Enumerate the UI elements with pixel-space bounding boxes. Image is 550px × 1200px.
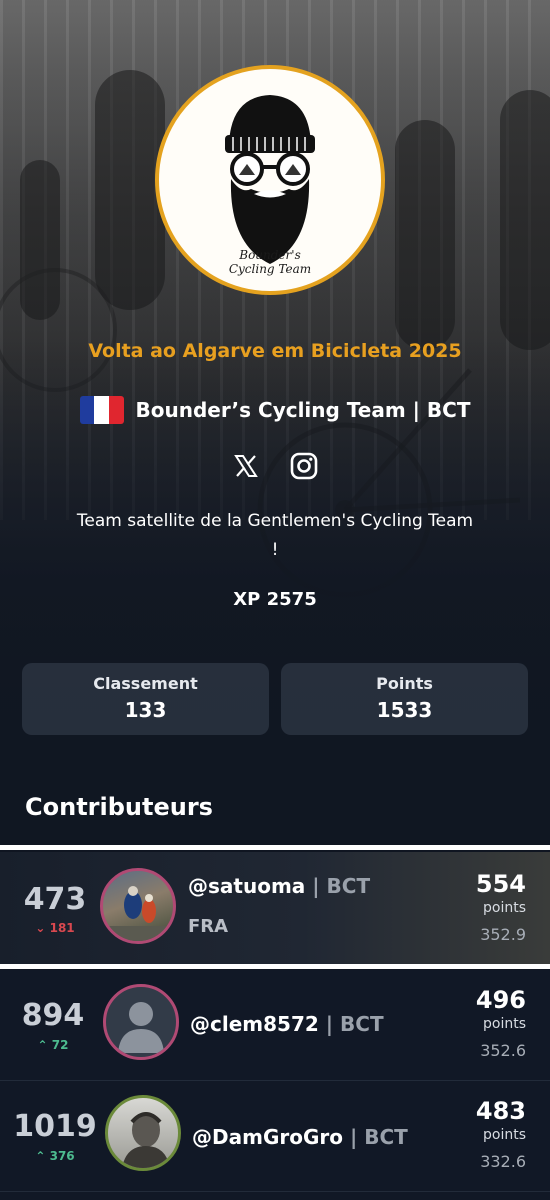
stat-label: Points [376,674,433,693]
x-icon[interactable] [229,449,263,483]
contributor-username[interactable]: @satuoma | BCT [188,874,370,898]
contributor-points: 483 points 332.6 [475,1097,526,1171]
contributor-row[interactable]: 1019 ⌃ 376 @DamGroGro | BCT 483 points 3… [0,1081,550,1192]
divider [0,964,550,969]
team-name: Bounder’s Cycling Team | BCT [135,398,471,422]
arrow-up-icon: ⌃ [35,1149,46,1163]
divider [0,845,550,850]
rank-change: ⌄ 181 [35,921,75,935]
stat-card-points: Points 1533 [281,663,528,735]
contributor-country: FRA [188,916,229,937]
avatar[interactable] [100,868,176,944]
stat-value: 1533 [376,698,433,722]
avatar[interactable] [103,984,179,1060]
default-user-icon [118,1002,164,1053]
rank-change: ⌃ 376 [35,1149,75,1163]
contributor-row-partial [0,1192,550,1200]
arrow-down-icon: ⌄ [35,921,46,935]
contributor-row[interactable]: 894 ⌃ 72 @clem8572 | BCT 496 points 352.… [0,970,550,1081]
social-links [0,449,550,483]
france-flag-icon [79,396,124,424]
rank-change: ⌃ 72 [37,1038,69,1052]
stat-value: 133 [124,698,167,722]
logo-text-line2: Cycling Team [228,262,312,276]
contributor-username[interactable]: @DamGroGro | BCT [192,1125,408,1149]
contributors-title: Contributeurs [25,793,213,821]
contributor-points: 496 points 352.6 [475,986,526,1060]
team-description: Team satellite de la Gentlemen's Cycling… [76,511,474,560]
contributor-row[interactable]: 473 ⌄ 181 @satuoma | BCT FRA 554 points … [0,852,550,965]
contributor-rank: 473 [23,882,87,917]
stat-label: Classement [93,674,198,693]
contributor-rank: 1019 [13,1109,97,1144]
team-name-row: Bounder’s Cycling Team | BCT [0,393,550,427]
arrow-up-icon: ⌃ [37,1038,48,1052]
stat-card-classement: Classement 133 [22,663,269,735]
team-logo: Bounder's Cycling Team [155,65,385,295]
team-xp: XP 2575 [233,589,317,610]
contributor-rank: 894 [21,998,85,1033]
race-title[interactable]: Volta ao Algarve em Bicicleta 2025 [0,340,550,362]
contributor-username[interactable]: @clem8572 | BCT [190,1012,384,1036]
instagram-icon[interactable] [287,449,321,483]
portrait-photo-icon [122,1112,170,1168]
logo-text-line1: Bounder's [239,248,301,262]
avatar[interactable] [105,1095,181,1171]
contributor-points: 554 points 352.9 [475,870,526,944]
cyclist-photo-icon [103,886,173,941]
